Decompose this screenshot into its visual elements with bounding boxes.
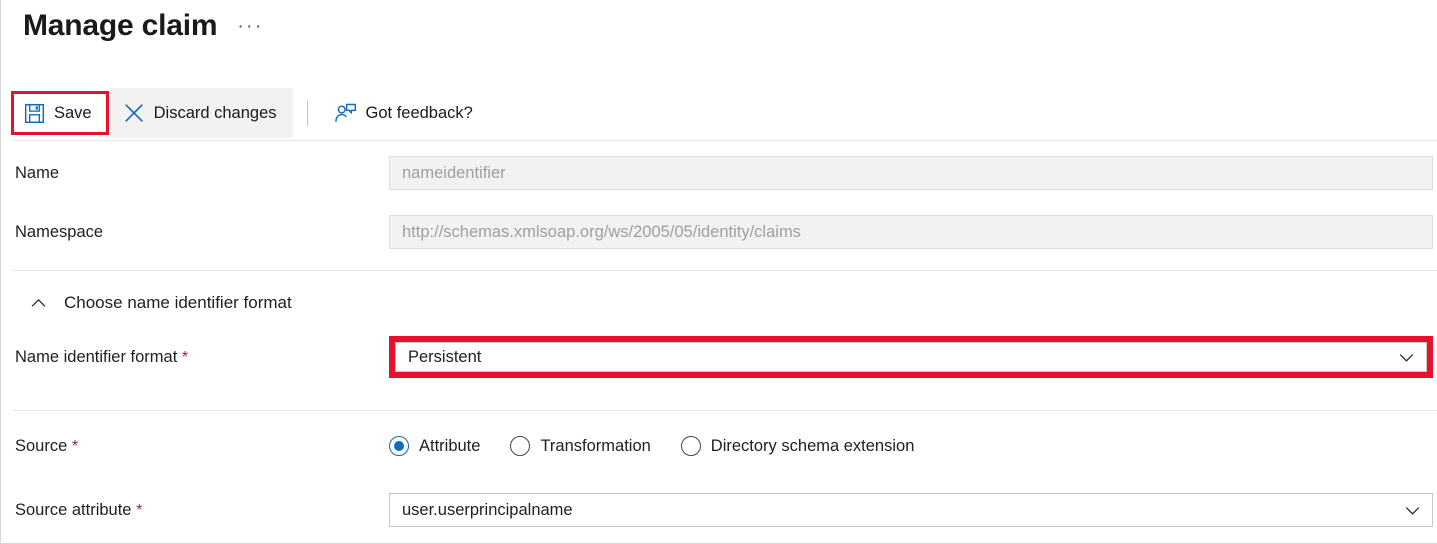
got-feedback-button[interactable]: Got feedback? xyxy=(322,88,483,138)
name-identifier-format-value: Persistent xyxy=(408,347,482,366)
divider-above-section xyxy=(13,270,1437,271)
required-marker: * xyxy=(181,348,189,366)
namespace-field-wrapper xyxy=(389,215,1433,249)
name-identifier-format-label-text: Name identifier format xyxy=(15,347,178,366)
section-choose-name-identifier-format[interactable]: Choose name identifier format xyxy=(1,290,292,316)
namespace-input xyxy=(389,215,1433,249)
panel-header: Manage claim ··· xyxy=(1,0,1437,86)
manage-claim-panel: Manage claim ··· Save Discard changes Go… xyxy=(0,0,1437,544)
radio-circle-directory-schema-extension xyxy=(680,436,701,456)
save-icon xyxy=(24,103,45,124)
name-identifier-format-dropdown[interactable]: Persistent xyxy=(395,342,1427,372)
required-marker: * xyxy=(136,501,143,519)
radio-directory-schema-extension-label: Directory schema extension xyxy=(710,436,915,455)
got-feedback-label: Got feedback? xyxy=(365,103,473,122)
discard-changes-button[interactable]: Discard changes xyxy=(108,88,293,138)
name-input xyxy=(389,156,1433,190)
source-attribute-label: Source attribute * xyxy=(1,501,389,520)
name-label: Name xyxy=(15,163,60,182)
source-attribute-label-text: Source attribute xyxy=(15,500,132,519)
save-button-label: Save xyxy=(54,103,92,122)
radio-transformation-label: Transformation xyxy=(540,436,651,455)
radio-directory-schema-extension[interactable]: Directory schema extension xyxy=(680,436,915,456)
field-row-namespace: Namespace xyxy=(1,215,1437,249)
more-options-icon[interactable]: ··· xyxy=(237,14,263,40)
radio-attribute[interactable]: Attribute xyxy=(389,436,480,456)
source-label: Source * xyxy=(1,437,389,456)
chevron-up-icon xyxy=(29,294,48,313)
source-radio-group: Attribute Transformation Directory schem… xyxy=(389,436,1437,456)
required-marker: * xyxy=(71,437,79,455)
save-button[interactable]: Save xyxy=(11,91,109,135)
command-bar-divider xyxy=(13,140,1437,141)
name-identifier-format-label: Name identifier format * xyxy=(1,348,389,367)
radio-circle-attribute xyxy=(389,436,409,456)
name-field-wrapper xyxy=(389,156,1433,190)
field-row-source: Source * Attribute Transformation Direct… xyxy=(1,431,1437,461)
feedback-person-icon xyxy=(334,102,357,125)
chevron-down-icon xyxy=(1397,348,1416,367)
radio-circle-transformation xyxy=(510,436,531,456)
source-attribute-field-wrapper: user.userprincipalname xyxy=(389,493,1433,527)
radio-transformation[interactable]: Transformation xyxy=(510,436,651,456)
namespace-label: Namespace xyxy=(15,222,104,241)
radio-attribute-label: Attribute xyxy=(419,436,481,455)
chevron-down-icon xyxy=(1403,501,1422,520)
field-row-name-identifier-format: Name identifier format * Persistent xyxy=(1,336,1437,378)
section-label: Choose name identifier format xyxy=(64,293,292,312)
source-attribute-value: user.userprincipalname xyxy=(402,500,573,519)
field-row-source-attribute: Source attribute * user.userprincipalnam… xyxy=(1,493,1437,527)
page-title: Manage claim xyxy=(23,9,218,42)
source-label-text: Source xyxy=(15,436,68,455)
name-identifier-format-highlight-box: Persistent xyxy=(389,336,1433,378)
toolbar-separator xyxy=(306,100,308,126)
field-row-name: Name xyxy=(1,156,1437,190)
divider-below-section xyxy=(13,410,1437,411)
close-icon xyxy=(123,102,145,124)
discard-changes-label: Discard changes xyxy=(153,103,277,122)
command-bar: Save Discard changes Got feedback? xyxy=(1,88,1437,138)
source-attribute-dropdown[interactable]: user.userprincipalname xyxy=(389,493,1433,527)
name-identifier-format-field-wrapper: Persistent xyxy=(389,336,1433,378)
